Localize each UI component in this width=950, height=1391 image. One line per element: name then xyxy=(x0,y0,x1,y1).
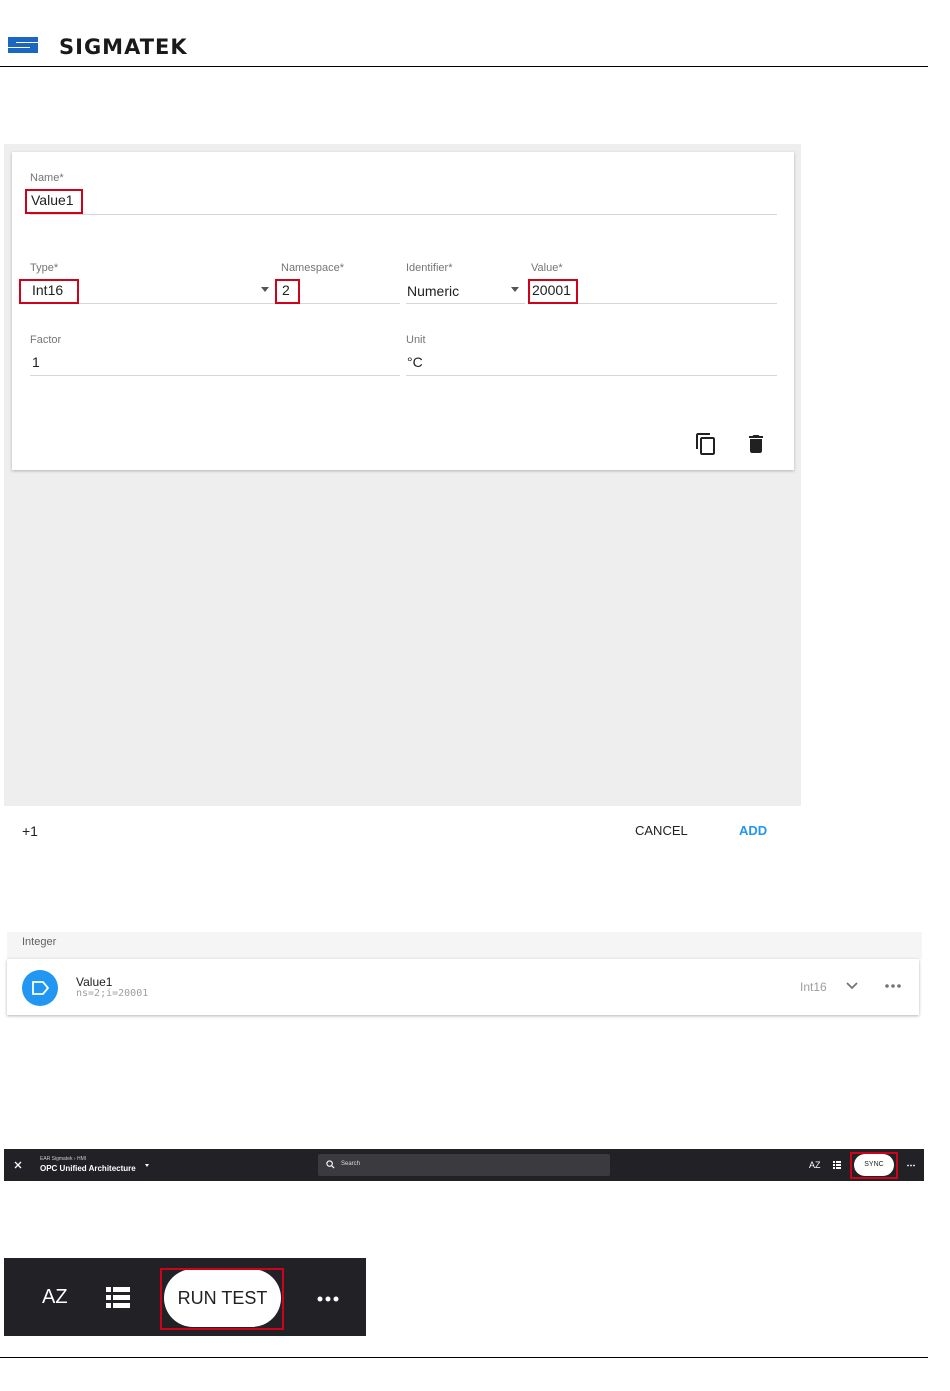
add-variable-dialog: Name* Value1 Type* Int16 Namespace* 2 Id… xyxy=(4,144,801,855)
top-toolbar: EAR Sigmatek › HMI OPC Unified Architect… xyxy=(4,1149,924,1181)
more-icon[interactable] xyxy=(317,1296,339,1302)
item-type: Int16 xyxy=(800,980,827,994)
highlight-sync xyxy=(850,1152,898,1179)
sort-az-icon[interactable]: AZ xyxy=(42,1286,68,1309)
unit-field[interactable]: °C xyxy=(407,354,423,370)
namespace-label: Namespace* xyxy=(281,262,344,274)
group-header: Integer xyxy=(7,932,922,959)
sort-az-icon[interactable]: AZ xyxy=(809,1160,821,1170)
footer-rule xyxy=(0,1357,928,1358)
sigmatek-logo: SIGMATEK xyxy=(6,33,187,59)
search-placeholder: Search xyxy=(341,1161,361,1167)
title-dropdown-icon[interactable] xyxy=(145,1164,149,1167)
variable-card: Name* Value1 Type* Int16 Namespace* 2 Id… xyxy=(12,152,794,470)
unit-underline xyxy=(406,375,777,376)
add-button[interactable]: ADD xyxy=(739,823,767,838)
factor-underline xyxy=(30,375,400,376)
identifier-underline xyxy=(406,303,525,304)
value-label: Value* xyxy=(531,262,563,274)
type-label: Type* xyxy=(30,262,59,274)
name-label: Name* xyxy=(30,172,64,184)
highlight-namespace xyxy=(275,279,300,304)
highlight-value xyxy=(528,279,578,304)
highlight-run-test xyxy=(160,1268,284,1330)
label-icon xyxy=(32,981,50,995)
identifier-select[interactable]: Numeric xyxy=(407,283,459,299)
header-rule xyxy=(0,66,928,67)
factor-label: Factor xyxy=(30,334,62,346)
trash-icon[interactable] xyxy=(744,432,768,456)
close-icon[interactable] xyxy=(14,1161,22,1169)
factor-field[interactable]: 1 xyxy=(32,354,40,370)
sigmatek-logo-icon xyxy=(8,37,38,53)
item-node-id: ns=2;i=20001 xyxy=(76,988,149,999)
chevron-down-icon[interactable] xyxy=(845,979,859,993)
unit-label: Unit xyxy=(406,334,426,346)
item-name: Value1 xyxy=(76,975,113,989)
tag-avatar xyxy=(22,970,58,1006)
search-icon xyxy=(326,1160,335,1169)
search-input[interactable]: Search xyxy=(318,1154,610,1176)
list-view-icon[interactable] xyxy=(833,1161,841,1169)
more-icon[interactable] xyxy=(884,983,902,989)
highlight-type xyxy=(19,279,79,304)
brand-name: SIGMATEK xyxy=(59,35,188,59)
list-item[interactable]: Value1 ns=2;i=20001 Int16 xyxy=(7,959,919,1015)
identifier-label: Identifier* xyxy=(406,262,453,274)
page-title: OPC Unified Architecture xyxy=(40,1164,136,1173)
add-count[interactable]: +1 xyxy=(22,823,38,839)
more-icon[interactable] xyxy=(907,1164,915,1167)
copy-icon[interactable] xyxy=(694,432,718,456)
dialog-footer: +1 CANCEL ADD xyxy=(4,806,801,855)
type-dropdown-icon[interactable] xyxy=(261,287,269,292)
cancel-button[interactable]: CANCEL xyxy=(635,823,688,838)
group-title: Integer xyxy=(22,936,57,948)
name-underline xyxy=(30,214,777,215)
run-test-toolbar: AZ RUN TEST xyxy=(4,1258,366,1336)
highlight-name xyxy=(25,189,83,214)
breadcrumb[interactable]: EAR Sigmatek › HMI xyxy=(40,1156,86,1162)
identifier-dropdown-icon[interactable] xyxy=(511,287,519,292)
list-view-icon[interactable] xyxy=(106,1287,130,1309)
